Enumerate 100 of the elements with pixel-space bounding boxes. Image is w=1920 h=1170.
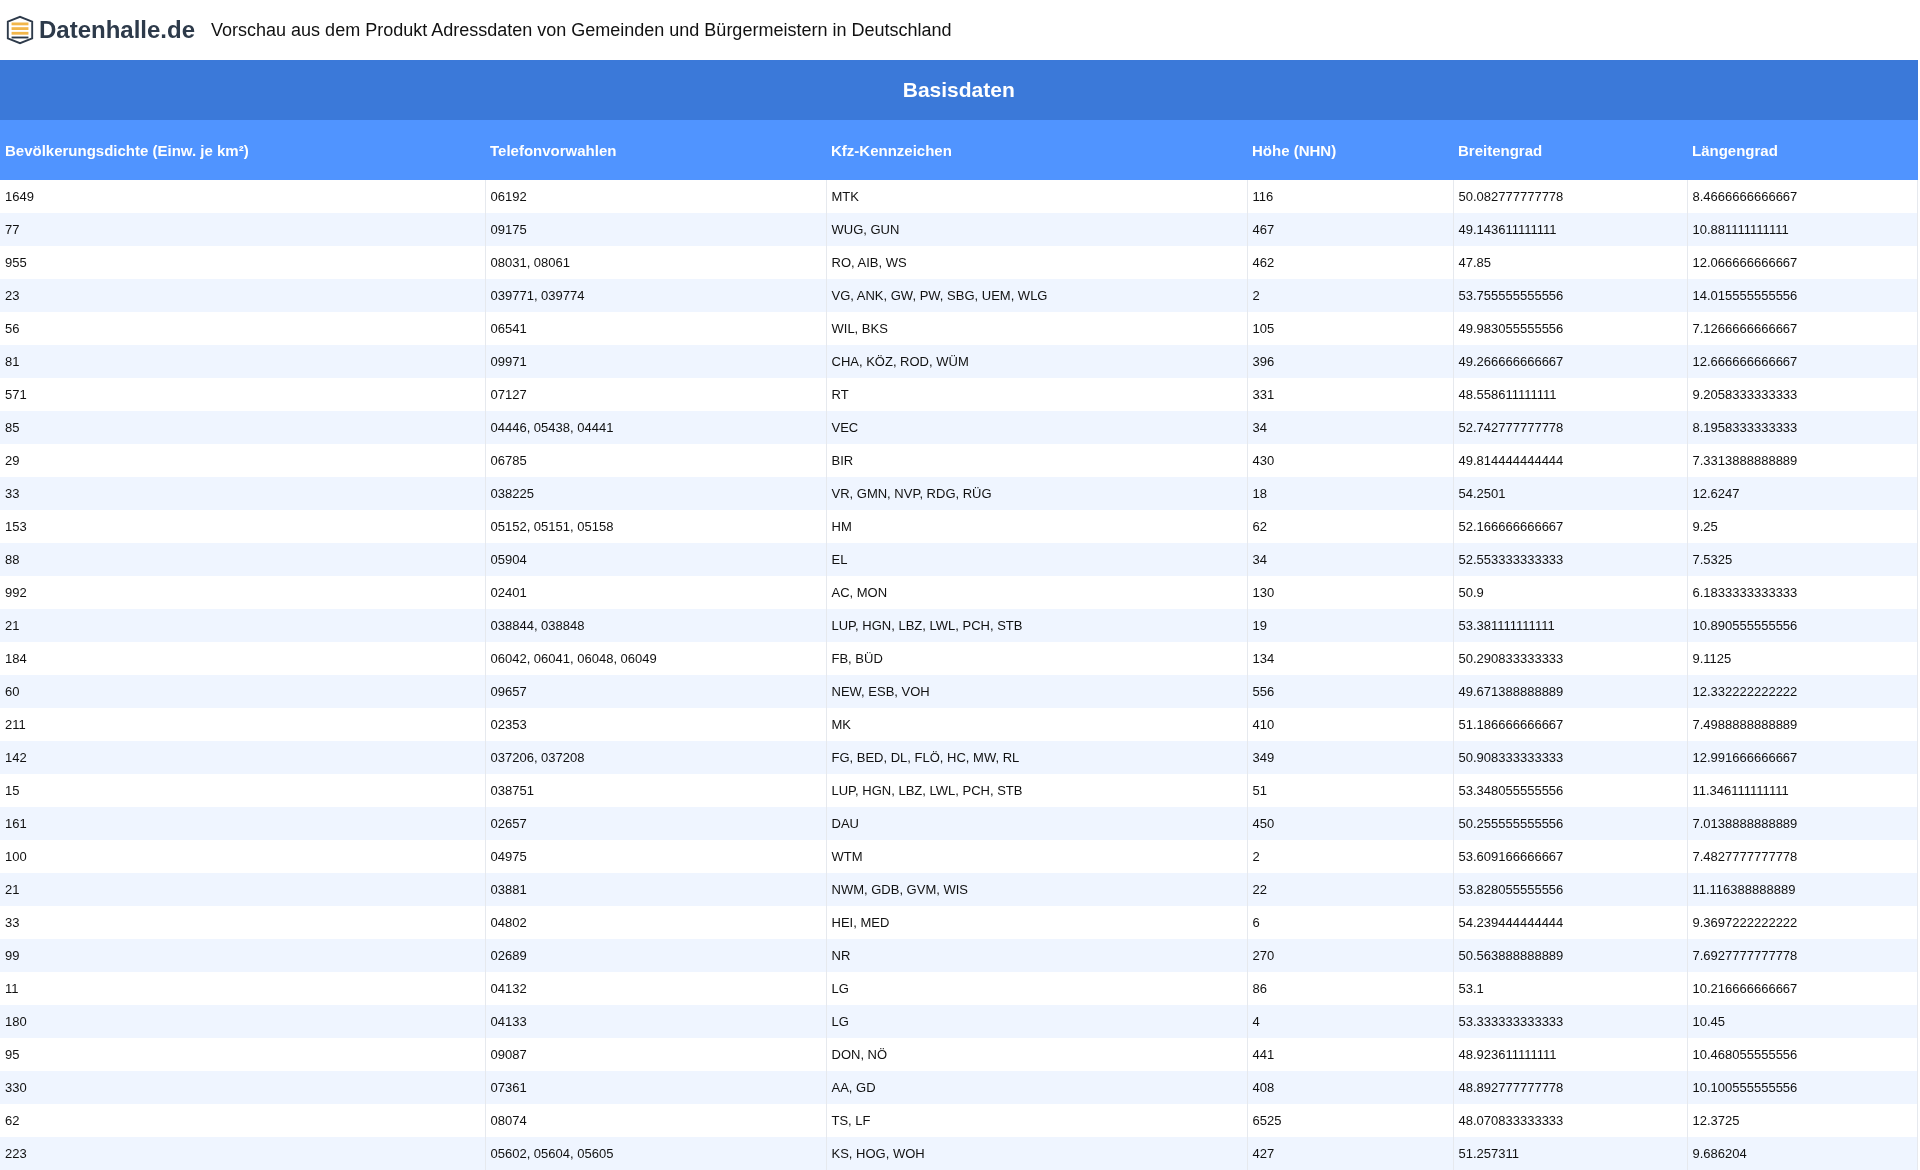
table-cell: DAU [826,807,1247,840]
table-cell: 10.881111111111 [1687,213,1918,246]
table-cell: KS, HOG, WOH [826,1137,1247,1170]
table-cell: 22 [1247,873,1453,906]
table-cell: 53.755555555556 [1453,279,1687,312]
table-cell: AA, GD [826,1071,1247,1104]
table-cell: 81 [0,345,485,378]
table-cell: 7.6927777777778 [1687,939,1918,972]
table-cell: 53.381111111111 [1453,609,1687,642]
table-cell: 408 [1247,1071,1453,1104]
table-cell: CHA, KÖZ, ROD, WÜM [826,345,1247,378]
table-cell: 02657 [485,807,826,840]
table-cell: 99 [0,939,485,972]
table-cell: 349 [1247,741,1453,774]
table-cell: VG, ANK, GW, PW, SBG, UEM, WLG [826,279,1247,312]
table-cell: 53.333333333333 [1453,1005,1687,1038]
table-cell: 23 [0,279,485,312]
table-cell: 09657 [485,675,826,708]
table-cell: VEC [826,411,1247,444]
table-cell: 270 [1247,939,1453,972]
table-cell: 7.5325 [1687,543,1918,576]
table-cell: 450 [1247,807,1453,840]
column-header: Telefonvorwahlen [485,120,826,180]
table-cell: 467 [1247,213,1453,246]
table-cell: 34 [1247,543,1453,576]
table-cell: 180 [0,1005,485,1038]
table-cell: 54.2501 [1453,477,1687,510]
table-cell: 8.1958333333333 [1687,411,1918,444]
logo-icon [5,15,35,45]
table-cell: 12.666666666667 [1687,345,1918,378]
table-cell: VR, GMN, NVP, RDG, RÜG [826,477,1247,510]
table-cell: 07361 [485,1071,826,1104]
table-cell: FG, BED, DL, FLÖ, HC, MW, RL [826,741,1247,774]
table-cell: 039771, 039774 [485,279,826,312]
table-cell: 02689 [485,939,826,972]
table-cell: 53.828055555556 [1453,873,1687,906]
table-cell: 03881 [485,873,826,906]
table-cell: 161 [0,807,485,840]
table-cell: 12.332222222222 [1687,675,1918,708]
table-cell: 2 [1247,279,1453,312]
table-cell: 33 [0,477,485,510]
table-cell: LG [826,1005,1247,1038]
table-cell: 11.116388888889 [1687,873,1918,906]
table-cell: NR [826,939,1247,972]
table-cell: 48.892777777778 [1453,1071,1687,1104]
table-cell: 12.6247 [1687,477,1918,510]
table-cell: 14.015555555556 [1687,279,1918,312]
table-cell: 50.563888888889 [1453,939,1687,972]
table-cell: 09971 [485,345,826,378]
column-header: Breitengrad [1453,120,1687,180]
group-header: Basisdaten [0,60,1918,120]
table-cell: 09175 [485,213,826,246]
table-cell: 05904 [485,543,826,576]
column-header: Kfz-Kennzeichen [826,120,1247,180]
column-header: Höhe (NHN) [1247,120,1453,180]
table-cell: 60 [0,675,485,708]
table-cell: 49.266666666667 [1453,345,1687,378]
table-cell: 9.686204 [1687,1137,1918,1170]
table-cell: 223 [0,1137,485,1170]
column-header: Längengrad [1687,120,1918,180]
table-cell: 85 [0,411,485,444]
table-cell: 142 [0,741,485,774]
table-cell: 038225 [485,477,826,510]
table-cell: 10.45 [1687,1005,1918,1038]
table-cell: 49.143611111111 [1453,213,1687,246]
table-cell: NWM, GDB, GVM, WIS [826,873,1247,906]
table-cell: 04446, 05438, 04441 [485,411,826,444]
table-cell: 19 [1247,609,1453,642]
column-header: Bevölkerungsdichte (Einw. je km²) [0,120,485,180]
table-cell: 49.671388888889 [1453,675,1687,708]
table-cell: 51.257311 [1453,1137,1687,1170]
table-cell: 427 [1247,1137,1453,1170]
table-cell: 18 [1247,477,1453,510]
table-cell: 50.255555555556 [1453,807,1687,840]
table-cell: LUP, HGN, LBZ, LWL, PCH, STB [826,609,1247,642]
table-cell: 7.0138888888889 [1687,807,1918,840]
table-cell: NEW, ESB, VOH [826,675,1247,708]
table-cell: EL [826,543,1247,576]
table-cell: 05602, 05604, 05605 [485,1137,826,1170]
table-cell: 330 [0,1071,485,1104]
table-cell: 396 [1247,345,1453,378]
table-cell: 04133 [485,1005,826,1038]
table-cell: 037206, 037208 [485,741,826,774]
logo-text[interactable]: Datenhalle.de [39,16,196,44]
table-cell: 21 [0,609,485,642]
table-cell: 77 [0,213,485,246]
table-cell: 556 [1247,675,1453,708]
table-cell: 50.908333333333 [1453,741,1687,774]
table-cell: 4 [1247,1005,1453,1038]
table-cell: 21 [0,873,485,906]
table-cell: 52.742777777778 [1453,411,1687,444]
table-cell: 88 [0,543,485,576]
table-cell: 10.890555555556 [1687,609,1918,642]
table-cell: 10.100555555556 [1687,1071,1918,1104]
table-cell: WUG, GUN [826,213,1247,246]
page-title: Vorschau aus dem Produkt Adressdaten von Gemeinden und Bürgermeistern in Deutschland [211,19,952,41]
table-cell: 12.991666666667 [1687,741,1918,774]
table-cell: 038844, 038848 [485,609,826,642]
table-cell: 34 [1247,411,1453,444]
table-cell: 52.553333333333 [1453,543,1687,576]
